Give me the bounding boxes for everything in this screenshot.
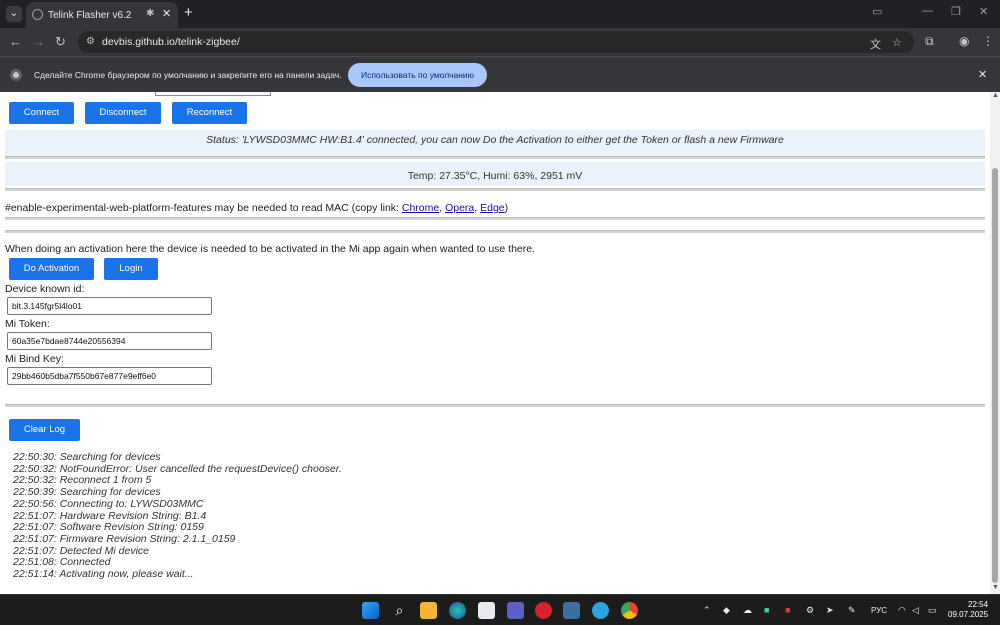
device-id-input[interactable]: blt.3.145fgr5l4lo01: [7, 297, 212, 315]
divider: [5, 156, 985, 159]
flag-note: #enable-experimental-web-platform-featur…: [5, 202, 509, 214]
file-explorer-icon[interactable]: [420, 602, 437, 619]
tray-pen-icon[interactable]: ✎: [848, 605, 856, 616]
search-icon[interactable]: ⌕: [391, 602, 408, 619]
opera-icon[interactable]: [535, 602, 552, 619]
disconnect-button[interactable]: Disconnect: [85, 102, 161, 124]
battery-icon[interactable]: ▭: [928, 605, 937, 616]
calendar-icon[interactable]: [507, 602, 524, 619]
maps-icon[interactable]: [478, 602, 495, 619]
log-line: 22:50:30: Searching for devices: [13, 451, 161, 463]
default-browser-infobar: Сделайте Chrome браузером по умолчанию и…: [0, 56, 1000, 92]
minimize-button[interactable]: —: [922, 5, 933, 17]
volume-icon[interactable]: ◁: [912, 605, 919, 616]
chrome-taskbar-icon[interactable]: [621, 602, 638, 619]
tray-cloud-icon[interactable]: ☁: [743, 605, 752, 616]
reconnect-button[interactable]: Reconnect: [172, 102, 247, 124]
do-activation-button[interactable]: Do Activation: [9, 258, 94, 280]
bindkey-input[interactable]: 29bb460b5dba7f550b67e877e9eff6e0: [7, 367, 212, 385]
opera-link[interactable]: Opera: [445, 202, 474, 214]
bluetooth-icon: ✱: [146, 8, 155, 19]
divider: [5, 188, 985, 191]
divider: [5, 230, 985, 233]
extensions-icon[interactable]: ⧉: [925, 34, 934, 49]
profile-icon[interactable]: ◉: [959, 34, 969, 48]
log-line: 22:50:56: Connecting to: LYWSD03MMC: [13, 497, 204, 510]
clock-date: 09.07.2025: [948, 610, 989, 619]
url-text: devbis.github.io/telink-zigbee/: [102, 36, 240, 48]
status-text: Status: 'LYWSD03MMC HW:B1.4' connected, …: [5, 130, 985, 156]
clear-log-button[interactable]: Clear Log: [9, 419, 80, 441]
log-panel: 22:50:30: Searching for devices 22:50:32…: [13, 451, 342, 581]
edge-link[interactable]: Edge: [480, 202, 505, 214]
forward-button[interactable]: →: [32, 34, 45, 49]
tab-search-button[interactable]: ⌄: [6, 6, 22, 22]
tray-settings-icon[interactable]: ⚙: [806, 605, 814, 616]
connect-button[interactable]: Connect: [9, 102, 74, 124]
start-icon[interactable]: [362, 602, 379, 619]
browser-toolbar: ← → ↻ ⚙ devbis.github.io/telink-zigbee/ …: [0, 28, 1000, 56]
infobar-close-icon[interactable]: ✕: [978, 68, 987, 81]
tab-strip: ⌄ Telink Flasher v6.2 ✱ ✕ + ▭ — ❐ ✕: [0, 0, 1000, 28]
tab-switch-icon[interactable]: ▭: [872, 5, 882, 18]
globe-icon: [32, 9, 43, 20]
tray-wechat-icon[interactable]: ■: [764, 605, 769, 615]
language-indicator[interactable]: РУС: [871, 606, 887, 615]
clock-time: 22:54: [968, 600, 989, 609]
tab-telink-flasher[interactable]: Telink Flasher v6.2 ✱ ✕: [26, 2, 178, 28]
telegram-icon[interactable]: [592, 602, 609, 619]
infobar-text: Сделайте Chrome браузером по умолчанию и…: [34, 70, 342, 80]
divider: [5, 217, 985, 220]
tab-close-icon[interactable]: ✕: [162, 7, 171, 20]
back-button[interactable]: ←: [9, 34, 22, 49]
address-bar[interactable]: ⚙ devbis.github.io/telink-zigbee/ ⽂ ☆: [78, 31, 914, 53]
edge-icon[interactable]: [449, 602, 466, 619]
page-viewport: Connect Disconnect Reconnect Status: 'LY…: [0, 92, 990, 594]
app-icon[interactable]: [563, 602, 580, 619]
tab-title: Telink Flasher v6.2: [48, 10, 132, 21]
flag-note-text: #enable-experimental-web-platform-featur…: [5, 202, 402, 214]
tray-red-icon[interactable]: ■: [785, 605, 790, 615]
tray-app-icon[interactable]: ◆: [723, 605, 730, 616]
chrome-link[interactable]: Chrome: [402, 202, 439, 214]
new-tab-button[interactable]: +: [184, 4, 193, 21]
page-scrollbar[interactable]: ▲ ▼: [990, 92, 1000, 594]
menu-icon[interactable]: ⋮: [982, 34, 994, 48]
set-default-button[interactable]: Использовать по умолчанию: [348, 63, 487, 87]
site-info-icon[interactable]: ⚙: [86, 36, 95, 47]
windows-taskbar: ⌕ ⌃ ◆ ☁ ■ ■ ⚙ ➤ ✎ РУС ◠ ◁ ▭ 22:54 09.07.…: [0, 594, 1000, 625]
device-id-label: Device known id:: [5, 283, 85, 295]
scroll-down-icon[interactable]: ▼: [992, 584, 999, 591]
token-label: Mi Token:: [5, 318, 50, 330]
wifi-icon[interactable]: ◠: [898, 605, 906, 616]
activation-note: When doing an activation here the device…: [5, 243, 536, 255]
token-input[interactable]: 60a35e7bdae8744e20556394: [7, 332, 212, 350]
restore-button[interactable]: ❐: [951, 5, 961, 18]
scroll-up-icon[interactable]: ▲: [992, 92, 999, 99]
log-line: 22:51:14: Activating now, please wait...: [13, 568, 194, 581]
tray-telegram-icon[interactable]: ➤: [826, 605, 834, 616]
clock[interactable]: 22:54 09.07.2025: [948, 600, 988, 620]
divider: [5, 404, 985, 407]
scroll-thumb[interactable]: [992, 168, 998, 583]
reload-button[interactable]: ↻: [55, 34, 66, 50]
mac-input-partial[interactable]: [155, 92, 271, 96]
translate-icon[interactable]: ⽂: [870, 36, 881, 52]
sensor-readout: Temp: 27.35°C, Humi: 63%, 2951 mV: [5, 162, 985, 186]
tray-overflow-icon[interactable]: ⌃: [703, 605, 711, 616]
chrome-icon: [10, 69, 22, 81]
bindkey-label: Mi Bind Key:: [5, 353, 64, 365]
close-window-button[interactable]: ✕: [979, 5, 988, 18]
bookmark-star-icon[interactable]: ☆: [892, 36, 902, 49]
log-line: 22:51:07: Firmware Revision String: 2.1.…: [13, 532, 236, 545]
login-button[interactable]: Login: [104, 258, 158, 280]
